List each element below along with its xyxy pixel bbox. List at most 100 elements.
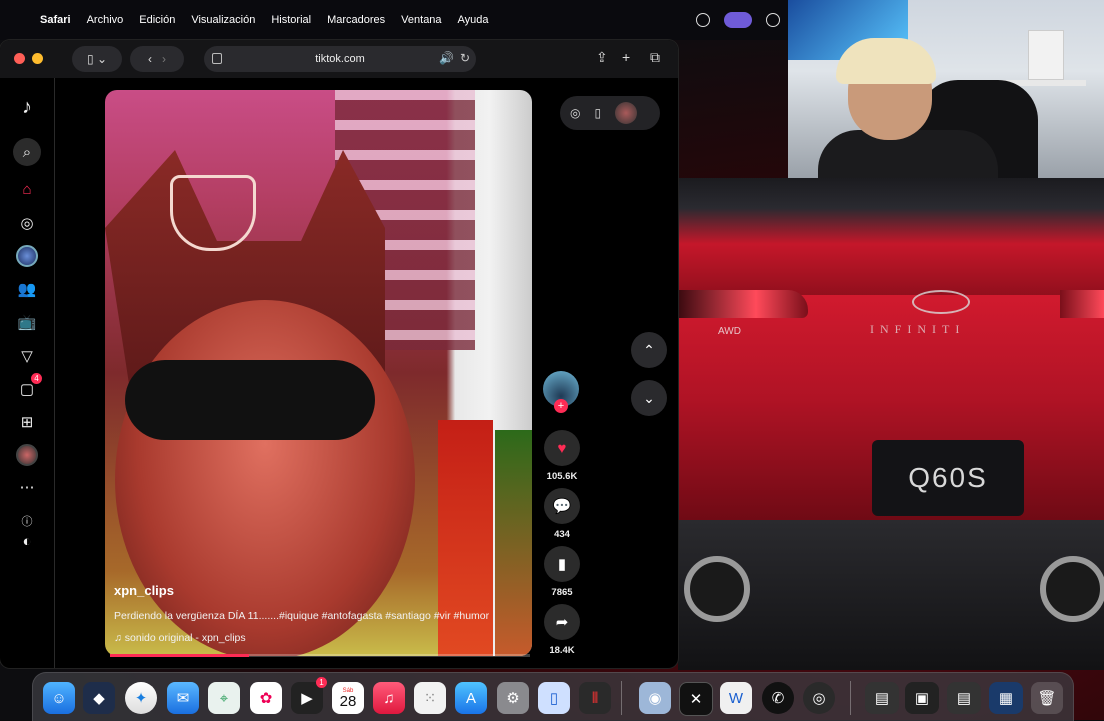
heart-icon[interactable]: ♥ [544, 430, 580, 466]
save-action[interactable]: ▮ 7865 [543, 546, 581, 598]
video-music-text: sonido original - xpn_clips [124, 632, 246, 644]
window-thumbnail-1[interactable]: ▤ [865, 682, 899, 714]
minimize-window-button[interactable] [32, 53, 43, 64]
screen-mirroring-icon[interactable] [724, 12, 752, 28]
menu-edicion[interactable]: Edición [139, 14, 175, 26]
safari-icon[interactable]: ✦ [125, 682, 157, 714]
next-video-button[interactable]: ⌄ [631, 380, 667, 416]
phone-icon[interactable]: ▯ [594, 106, 601, 120]
settings-icon[interactable]: ⚙ [497, 682, 529, 714]
exhaust-left [684, 556, 750, 622]
share-action[interactable]: ➦ 18.4K [543, 604, 581, 656]
tiktok-logo-icon[interactable]: ♪ [16, 96, 38, 118]
launchpad-icon[interactable]: ⁙ [414, 682, 446, 714]
menu-visualizacion[interactable]: Visualización [191, 14, 255, 26]
comment-action[interactable]: 💬 434 [543, 488, 581, 540]
save-count: 7865 [551, 587, 573, 598]
status-color-icon[interactable] [696, 13, 710, 27]
menu-ventana[interactable]: Ventana [401, 14, 441, 26]
back-forward-buttons[interactable]: ‹ › [130, 46, 184, 72]
tab-overview-icon[interactable]: ⧉ [650, 49, 660, 66]
sidebar-toggle-button[interactable]: ▯ ⌄ [72, 46, 122, 72]
music-icon[interactable]: ♫ [373, 682, 405, 714]
reload-icon[interactable]: ↻ [460, 51, 470, 65]
x-app-icon[interactable]: ✕ [679, 682, 713, 716]
previous-video-button[interactable]: ⌃ [631, 332, 667, 368]
plate-text: Q60S [908, 462, 988, 493]
video-description: Perdiendo la vergüenza DÍA 11.......#iqu… [114, 610, 490, 622]
account-switch-icon[interactable]: ◐ [16, 530, 38, 552]
menu-bar: Safari Archivo Edición Visualización His… [0, 0, 788, 40]
window-thumbnail-2[interactable]: ▣ [905, 682, 939, 714]
creator-avatar[interactable]: + [543, 371, 579, 413]
car-taillight-right [1060, 290, 1104, 318]
home-icon[interactable]: ⌂ [16, 178, 38, 200]
more-icon[interactable]: ⋯ [16, 476, 38, 498]
mail-icon[interactable]: ✉ [167, 682, 199, 714]
view-controls: ◎ ▯ [560, 96, 660, 130]
chevron-up-icon: ⌃ [643, 341, 655, 358]
bookmark-icon[interactable]: ▮ [544, 546, 580, 582]
chevron-left-icon[interactable]: ‹ [148, 52, 152, 66]
video-progress-fill [110, 654, 249, 657]
search-icon[interactable]: ⌕ [13, 138, 41, 166]
simulator-icon[interactable]: ▯ [538, 682, 570, 714]
explore-icon[interactable]: ◎ [16, 212, 38, 234]
music-note-icon: ♫ [114, 632, 125, 644]
calendar-day: 28 [339, 692, 357, 710]
window-thumbnail-3[interactable]: ▤ [947, 682, 981, 714]
upload-icon[interactable]: ⊞ [16, 411, 38, 433]
obs-icon[interactable]: ◎ [803, 682, 835, 714]
menu-marcadores[interactable]: Marcadores [327, 14, 385, 26]
chevron-right-icon[interactable]: › [162, 52, 166, 66]
help-icon[interactable]: ⓘ [16, 510, 38, 532]
menu-ayuda[interactable]: Ayuda [458, 14, 489, 26]
menu-archivo[interactable]: Archivo [87, 14, 124, 26]
app-store-icon[interactable]: A [455, 682, 487, 714]
video-progress-bar[interactable] [110, 654, 530, 657]
menu-historial[interactable]: Historial [271, 14, 311, 26]
send-icon[interactable]: ▽ [16, 345, 38, 367]
address-bar[interactable]: tiktok.com 🔊 ↻ [204, 46, 476, 72]
webcam-box [1028, 30, 1064, 80]
finder-icon[interactable]: ☺ [43, 682, 75, 714]
chevron-down-icon: ⌄ [643, 389, 655, 406]
trash-icon[interactable]: 🗑 [1031, 682, 1063, 714]
comment-icon[interactable]: 💬 [544, 488, 580, 524]
new-tab-icon[interactable]: + [622, 49, 630, 65]
speaker-icon[interactable]: 🔊 [439, 51, 454, 65]
profile-avatar-icon[interactable] [16, 444, 38, 466]
compass-icon[interactable]: ◎ [570, 106, 580, 120]
app-store-alt-icon[interactable]: ◆ [83, 682, 115, 714]
live-avatar-icon[interactable] [16, 245, 38, 267]
maps-icon[interactable]: ⌖ [208, 682, 240, 714]
disk-utility-icon[interactable]: ◉ [639, 682, 671, 714]
close-window-button[interactable] [14, 53, 25, 64]
menu-app-name[interactable]: Safari [40, 14, 71, 26]
page-icon [212, 53, 222, 64]
like-action[interactable]: ♥ 105.6K [543, 430, 581, 482]
video-music[interactable]: ♫ sonido original - xpn_clips [114, 632, 246, 644]
share-arrow-icon[interactable]: ➦ [544, 604, 580, 640]
word-icon[interactable]: W [720, 682, 752, 714]
thumbnail-avatar[interactable] [615, 102, 638, 124]
live-tv-icon[interactable]: 📺 [16, 311, 38, 333]
license-plate: Q60S [872, 440, 1024, 516]
voice-memos-icon[interactable]: ⦀ [579, 682, 611, 714]
whatsapp-icon[interactable]: ✆ [762, 682, 794, 714]
car-awd-text: AWD [718, 326, 741, 337]
facetime-icon[interactable]: ▶ 1 [291, 677, 327, 714]
follow-plus-icon[interactable]: + [554, 399, 568, 413]
calendar-icon[interactable]: Sáb 28 [332, 682, 364, 714]
video-player[interactable] [105, 90, 532, 656]
following-icon[interactable]: 👥 [16, 278, 38, 300]
dock-separator [621, 681, 622, 715]
play-status-icon[interactable] [766, 13, 780, 27]
window-thumbnail-4[interactable]: ▦ [989, 682, 1023, 714]
messages-icon[interactable]: ▢ 4 [16, 373, 42, 400]
video-username[interactable]: xpn_clips [114, 583, 174, 598]
webcam-overlay [788, 0, 1104, 178]
car-logo [912, 290, 970, 314]
photos-icon[interactable]: ✿ [250, 682, 282, 714]
share-icon[interactable]: ⇪ [596, 49, 608, 66]
